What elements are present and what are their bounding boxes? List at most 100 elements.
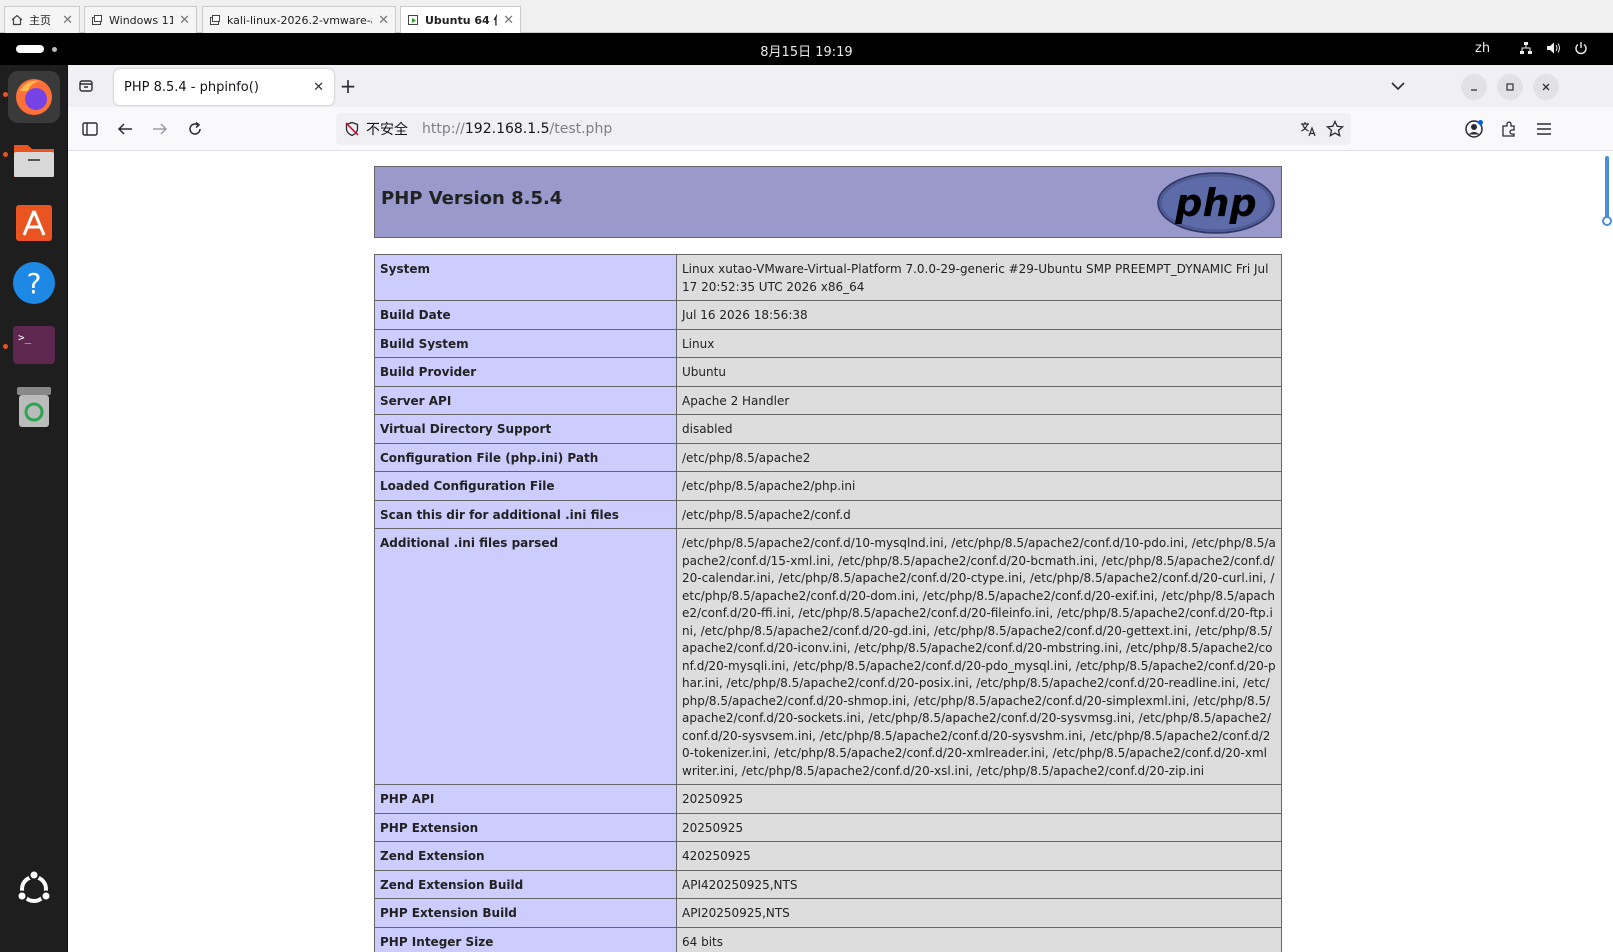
table-row: Additional .ini files parsed/etc/php/8.5… [374, 528, 1282, 785]
row-value: Jul 16 2026 18:56:38 [676, 300, 1282, 330]
input-language[interactable]: zh [1475, 41, 1490, 56]
php-logo-text: php [1174, 181, 1256, 225]
sidebar-icon[interactable] [78, 117, 102, 141]
terminal-icon[interactable]: >_ [8, 319, 60, 371]
row-key: Build System [374, 328, 677, 358]
row-value: Linux xutao-VMware-Virtual-Platform 7.0.… [676, 254, 1282, 301]
reload-icon[interactable] [183, 117, 207, 141]
network-icon[interactable] [1519, 41, 1533, 59]
table-row: Server API Apache 2 Handler [374, 385, 1282, 415]
row-key: Scan this dir for additional .ini files [374, 499, 677, 529]
tab-bar: PHP 8.5.4 - phpinfo() ✕ + [68, 65, 1613, 107]
row-value: 20250925 [676, 812, 1282, 842]
row-value: Apache 2 Handler [676, 385, 1282, 415]
scrollbar-thumb[interactable] [1602, 216, 1612, 226]
new-tab-icon[interactable]: + [336, 74, 360, 98]
firefox-icon[interactable] [8, 71, 60, 123]
translate-icon[interactable] [1299, 120, 1317, 142]
menu-icon[interactable] [1532, 117, 1556, 141]
table-row: PHP API 20250925 [374, 784, 1282, 814]
row-key: PHP Integer Size [374, 926, 677, 952]
row-key: Zend Extension [374, 841, 677, 871]
insecure-shield-icon[interactable] [344, 121, 360, 137]
table-row: Zend Extension Build API420250925,NTS [374, 869, 1282, 899]
close-icon[interactable]: ✕ [62, 13, 73, 28]
vm-tab-ubuntu[interactable]: Ubuntu 64 位 ✕ [400, 6, 521, 33]
url-path: /test.php [549, 121, 613, 137]
row-key: PHP Extension [374, 812, 677, 842]
vm-icon [209, 14, 221, 26]
security-label[interactable]: 不安全 [366, 119, 408, 139]
help-icon[interactable]: ? [8, 257, 60, 309]
running-indicator [3, 344, 8, 349]
url-scheme: http:// [422, 121, 465, 137]
url-host: 192.168.1.5 [464, 121, 550, 137]
scrollbar[interactable] [1605, 156, 1609, 224]
app-center-icon[interactable] [8, 195, 60, 247]
table-row: PHP Extension 20250925 [374, 812, 1282, 842]
row-key: Build Provider [374, 357, 677, 387]
page-content[interactable]: PHP Version 8.5.4 php System Linux xutao-… [68, 152, 1613, 952]
url-bar[interactable]: 不安全 http://192.168.1.5/test.php [336, 113, 1351, 145]
clock[interactable]: 8月15日 19:19 [0, 41, 1613, 60]
table-row: PHP Integer Size 64 bits [374, 926, 1282, 952]
list-tabs-icon[interactable] [1386, 74, 1410, 98]
forward-icon[interactable] [148, 117, 172, 141]
tab-phpinfo[interactable]: PHP 8.5.4 - phpinfo() ✕ [114, 69, 334, 105]
back-icon[interactable] [113, 117, 137, 141]
close-icon[interactable]: ✕ [503, 13, 514, 28]
trash-icon[interactable] [8, 381, 60, 433]
ubuntu-apps-icon[interactable] [8, 863, 60, 915]
php-version-header: PHP Version 8.5.4 php [374, 166, 1282, 238]
files-icon[interactable] [8, 133, 60, 185]
close-icon[interactable]: ✕ [179, 13, 190, 28]
table-row: System Linux xutao-VMware-Virtual-Platfor… [374, 254, 1282, 301]
power-icon[interactable] [1574, 41, 1588, 59]
row-value: /etc/php/8.5/apache2/conf.d/10-mysqlnd.i… [676, 528, 1282, 785]
row-key: Additional .ini files parsed [374, 528, 677, 785]
row-key: Loaded Configuration File [374, 471, 677, 501]
gnome-top-bar: 8月15日 19:19 zh [0, 33, 1613, 65]
svg-text:?: ? [27, 267, 42, 300]
row-key: Server API [374, 385, 677, 415]
firefox-view-icon[interactable] [74, 74, 98, 98]
row-value: /etc/php/8.5/apache2/php.ini [676, 471, 1282, 501]
table-row: PHP Extension Build API20250925,NTS [374, 898, 1282, 928]
row-value: 64 bits [676, 926, 1282, 952]
table-row: Build System Linux [374, 328, 1282, 358]
page-title: PHP Version 8.5.4 [381, 188, 563, 209]
row-key: Virtual Directory Support [374, 414, 677, 444]
bookmark-star-icon[interactable] [1325, 119, 1345, 142]
account-icon[interactable] [1462, 117, 1486, 141]
row-value: 20250925 [676, 784, 1282, 814]
maximize-icon[interactable] [1497, 74, 1523, 100]
extensions-icon[interactable] [1497, 117, 1521, 141]
minimize-icon[interactable] [1461, 74, 1487, 100]
row-value: /etc/php/8.5/apache2/conf.d [676, 499, 1282, 529]
close-icon[interactable]: ✕ [378, 13, 389, 28]
phpinfo-page: PHP Version 8.5.4 php System Linux xutao-… [374, 166, 1282, 952]
home-icon [11, 14, 23, 26]
table-row: Zend Extension 420250925 [374, 841, 1282, 871]
vm-tab-home[interactable]: 主页 ✕ [4, 6, 80, 33]
vm-icon [91, 14, 103, 26]
vm-tab-strip: 主页 ✕ Windows 11 ✕ kali-linux-2026.2-vmwa… [0, 0, 1613, 33]
row-key: PHP Extension Build [374, 898, 677, 928]
close-tab-icon[interactable]: ✕ [313, 80, 324, 95]
firefox-window: PHP 8.5.4 - phpinfo() ✕ + 不安全 http://192… [68, 65, 1613, 952]
close-window-icon[interactable] [1533, 74, 1559, 100]
tab-title: PHP 8.5.4 - phpinfo() [124, 79, 259, 95]
table-row: Virtual Directory Support disabled [374, 414, 1282, 444]
volume-icon[interactable] [1546, 41, 1562, 59]
row-value: Ubuntu [676, 357, 1282, 387]
table-row: Build Provider Ubuntu [374, 357, 1282, 387]
table-row: Configuration File (php.ini) Path/etc/ph… [374, 442, 1282, 472]
running-indicator [3, 152, 8, 157]
row-key: PHP API [374, 784, 677, 814]
table-row: Build Date Jul 16 2026 18:56:38 [374, 300, 1282, 330]
row-key: Build Date [374, 300, 677, 330]
row-value: API420250925,NTS [676, 869, 1282, 899]
vm-tab-windows[interactable]: Windows 11 ✕ [84, 6, 197, 33]
vm-tab-kali[interactable]: kali-linux-2026.2-vmware-am... ✕ [202, 6, 396, 33]
nav-toolbar: 不安全 http://192.168.1.5/test.php [68, 107, 1613, 151]
